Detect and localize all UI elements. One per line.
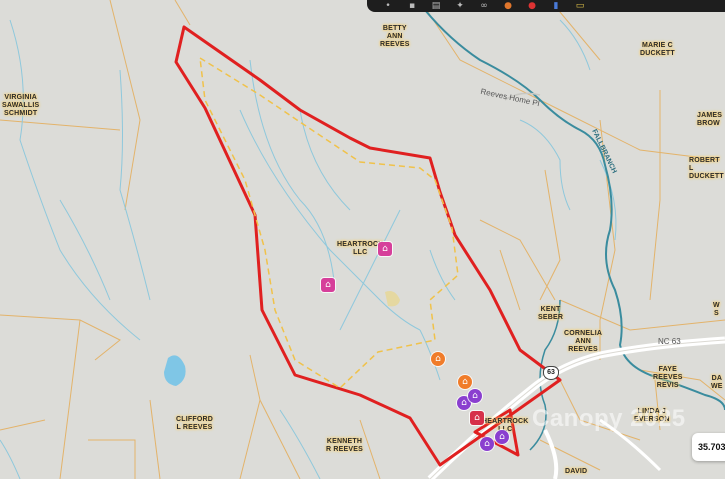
owner-label[interactable]: CLIFFORD L REEVES: [176, 416, 213, 432]
farm-icon[interactable]: ⌂: [321, 278, 335, 292]
pond: [164, 355, 186, 386]
layers-icon[interactable]: ▤: [431, 1, 441, 11]
owner-label[interactable]: HEARTROCK LLC: [337, 241, 384, 257]
owner-label[interactable]: DA WE: [711, 375, 723, 391]
house-icon[interactable]: ⌂: [458, 375, 472, 389]
coordinate-readout: 35.703: [692, 433, 725, 461]
circle-red-icon[interactable]: ●: [527, 1, 537, 11]
route-icon[interactable]: ✦: [455, 1, 465, 11]
route-shield-63: 63: [543, 366, 559, 380]
owner-label[interactable]: KENT SEBER: [538, 306, 563, 322]
owner-label[interactable]: ROBERT L DUCKETT: [689, 157, 725, 181]
dashed-boundary: [199, 56, 459, 389]
watermark: Canopy 2025: [532, 405, 686, 432]
owner-label[interactable]: CORNELIA ANN REEVES: [564, 330, 602, 354]
doc-icon[interactable]: ▮: [551, 1, 561, 11]
square-icon[interactable]: ▪: [407, 1, 417, 11]
owner-label[interactable]: BETTY ANN REEVES: [380, 25, 410, 49]
circle-orange-icon[interactable]: ●: [503, 1, 513, 11]
home-icon[interactable]: ⌂: [468, 389, 482, 403]
folder-icon[interactable]: ▭: [575, 1, 585, 11]
barn-icon[interactable]: ⌂: [470, 411, 484, 425]
parcel-map[interactable]: Reeves Home Pl FALLBRANCH NC 63 63 BETTY…: [0, 0, 725, 479]
house-icon[interactable]: ⌂: [431, 352, 445, 366]
yellow-patch: [385, 291, 400, 307]
link-icon[interactable]: ∞: [479, 1, 489, 11]
owner-label[interactable]: FAYE REEVES REVIS: [653, 366, 683, 390]
owner-label[interactable]: DAVID: [565, 468, 587, 476]
owner-label[interactable]: MARIE C DUCKETT: [640, 42, 675, 58]
owner-label[interactable]: JAMES BROW: [697, 112, 722, 128]
owner-label[interactable]: W S: [713, 302, 720, 318]
home-icon[interactable]: ⌂: [480, 437, 494, 451]
map-toolbar: • ▪ ▤ ✦ ∞ ● ● ▮ ▭: [367, 0, 725, 12]
owner-label[interactable]: KENNETH R REEVES: [326, 438, 363, 454]
pin-icon[interactable]: •: [383, 1, 393, 11]
home-icon[interactable]: ⌂: [495, 430, 509, 444]
streams: [0, 19, 617, 479]
owner-label[interactable]: VIRGINIA SAWALLIS SCHMIDT: [2, 94, 39, 118]
road-label-nc63: NC 63: [658, 337, 681, 346]
farm-icon[interactable]: ⌂: [378, 242, 392, 256]
